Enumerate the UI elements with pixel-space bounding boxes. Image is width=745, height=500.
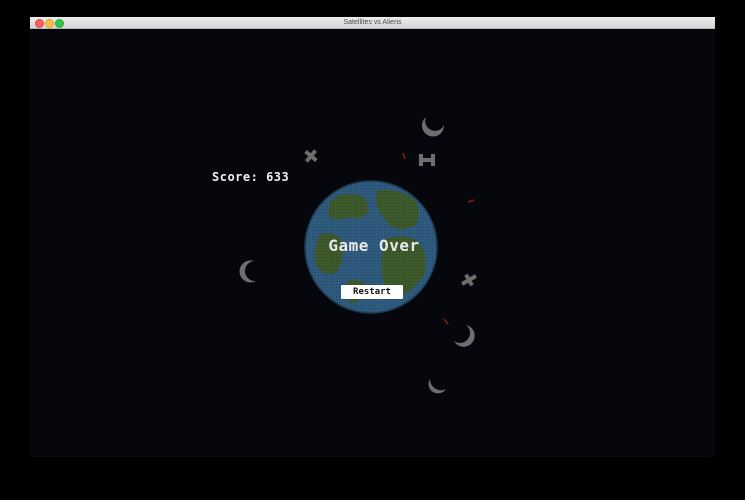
crescent-alien-icon [239,260,256,283]
window-title: Satellites vs Aliens [343,19,402,26]
satellite-icon [461,273,477,287]
game-canvas[interactable]: Score: 633 Game Over Restart [30,29,715,457]
crescent-alien-icon [351,367,374,380]
score-display: Score: 633 [212,170,290,184]
app-window: Satellites vs Aliens Score: 633 Game Ove… [30,17,715,457]
satellite-icon [304,149,318,163]
restart-button[interactable]: Restart [341,285,403,299]
crescent-alien-icon [422,117,445,137]
crescent-alien-icon [500,189,516,212]
crescent-alien-icon [428,379,446,394]
title-bar: Satellites vs Aliens [30,17,715,29]
laser-shot [443,318,449,325]
crescent-alien-icon [454,325,475,347]
laser-shot [402,152,406,160]
laser-shot [467,199,475,203]
game-over-title: Game Over [328,236,420,255]
satellite-icon [419,154,435,166]
